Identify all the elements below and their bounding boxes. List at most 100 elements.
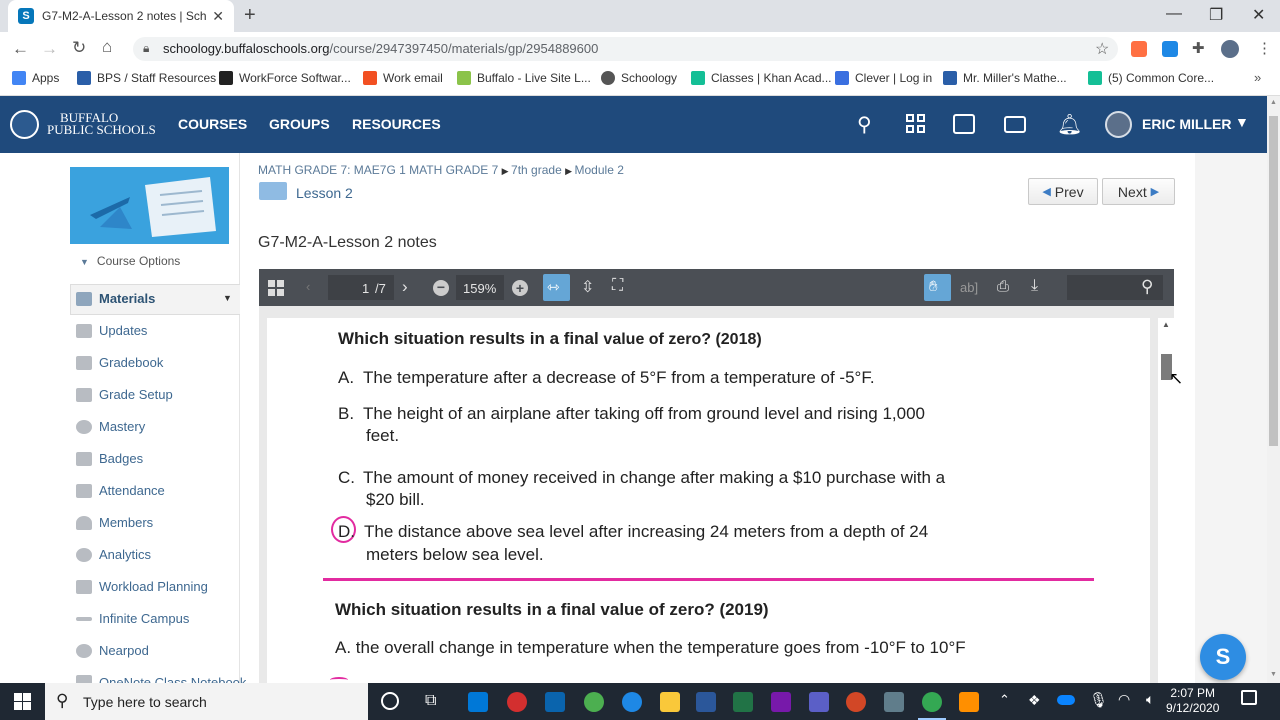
bookmark-live-site[interactable]: Buffalo - Live Site L... <box>457 71 591 85</box>
scroll-up-icon[interactable]: ▲ <box>1162 320 1170 329</box>
word-icon[interactable] <box>696 692 716 712</box>
page-scrollbar[interactable] <box>1267 96 1280 683</box>
bookmark-mr-miller[interactable]: Mr. Miller's Mathe... <box>943 71 1067 85</box>
excel-icon[interactable] <box>733 692 753 712</box>
page-scrollbar-thumb[interactable] <box>1269 116 1278 446</box>
browser-tab[interactable]: S G7-M2-A-Lesson 2 notes | Schoology ✕ <box>8 0 234 32</box>
minimize-icon[interactable]: — <box>1166 5 1182 23</box>
sidebar-item-updates[interactable]: Updates <box>76 323 147 338</box>
bookmark-common-core[interactable]: (5) Common Core... <box>1088 71 1214 85</box>
taskbar-search-placeholder[interactable]: Type here to search <box>83 694 207 710</box>
bookmark-schoology[interactable]: Schoology <box>601 71 677 85</box>
recorder-app-icon[interactable] <box>507 692 527 712</box>
chrome-active-icon[interactable] <box>922 692 942 712</box>
fullscreen-icon[interactable]: ⛶ <box>612 277 623 295</box>
sidebar-item-badges[interactable]: Badges <box>76 451 143 466</box>
materials-dropdown-icon[interactable]: ▼ <box>223 293 232 303</box>
course-options[interactable]: ▼ Course Options <box>80 254 180 268</box>
window-close-icon[interactable]: ✕ <box>1252 5 1265 25</box>
zoom-in-icon[interactable]: + <box>512 280 528 296</box>
tray-overflow-icon[interactable]: ⌃ <box>999 692 1010 708</box>
sidebar-item-members[interactable]: Members <box>76 515 153 530</box>
next-page-icon[interactable]: › <box>402 277 408 297</box>
district-seal-icon[interactable] <box>10 110 39 139</box>
chrome-menu-icon[interactable]: ⋮ <box>1257 39 1272 57</box>
task-view-icon[interactable]: ⧉ <box>425 692 436 710</box>
current-page[interactable]: 1 <box>362 281 369 296</box>
district-logo[interactable]: BUFFALO PUBLIC SCHOOLS <box>47 111 156 136</box>
maximize-icon[interactable]: ❐ <box>1209 5 1223 25</box>
action-center-icon[interactable] <box>1241 690 1257 705</box>
microphone-icon[interactable]: 🎙︎ <box>1089 691 1108 709</box>
thumbnails-icon[interactable] <box>268 280 285 296</box>
sidebar-item-attendance[interactable]: Attendance <box>76 483 165 498</box>
nav-resources[interactable]: RESOURCES <box>352 116 441 132</box>
taskbar-clock[interactable]: 2:07 PM 9/12/2020 <box>1166 686 1219 716</box>
sidebar-item-nearpod[interactable]: Nearpod <box>76 643 149 658</box>
store-icon[interactable] <box>468 692 488 712</box>
home-icon[interactable]: ⌂ <box>102 37 112 57</box>
notifications-icon[interactable]: 🔔︎ <box>1057 112 1082 137</box>
print-icon[interactable]: ⎙ <box>997 278 1009 295</box>
extension-chart-icon[interactable] <box>1162 41 1178 57</box>
breadcrumb-course[interactable]: MATH GRADE 7: MAE7G 1 MATH GRADE 7 <box>258 163 498 177</box>
breadcrumb-grade[interactable]: 7th grade <box>511 163 562 177</box>
bookmarks-overflow-icon[interactable]: » <box>1254 70 1261 85</box>
tab-close-icon[interactable]: ✕ <box>212 8 224 25</box>
sidebar-item-infinite-campus[interactable]: Infinite Campus <box>76 611 189 626</box>
calendar-icon[interactable] <box>953 114 975 134</box>
sidebar-item-gradebook[interactable]: Gradebook <box>76 355 163 370</box>
user-name[interactable]: ERIC MILLER <box>1142 116 1231 132</box>
sidebar-item-materials-label[interactable]: Materials <box>76 291 155 306</box>
nav-courses[interactable]: COURSES <box>178 116 247 132</box>
lock-icon[interactable]: 🔒︎ <box>143 41 149 56</box>
extensions-puzzle-icon[interactable]: ✚ <box>1192 39 1205 57</box>
prev-button[interactable]: ◀ Prev <box>1028 178 1098 205</box>
zoom-out-icon[interactable]: − <box>433 280 449 296</box>
screencast-icon[interactable] <box>959 692 979 712</box>
download-icon[interactable]: ⤓ <box>1031 277 1038 295</box>
page-scroll-up-icon[interactable]: ▲ <box>1270 99 1277 106</box>
teams-icon[interactable] <box>809 692 829 712</box>
edge-icon[interactable] <box>622 692 642 712</box>
mail-app-icon[interactable] <box>545 692 565 712</box>
next-button[interactable]: Next ▶ <box>1102 178 1175 205</box>
sidebar-item-onenote[interactable]: OneNote Class Notebook <box>76 675 246 683</box>
reload-icon[interactable]: ↻ <box>72 38 86 58</box>
camera-app-icon[interactable] <box>884 692 904 712</box>
nav-groups[interactable]: GROUPS <box>269 116 330 132</box>
apps-grid-icon[interactable] <box>906 114 926 134</box>
prev-page-icon[interactable]: ‹ <box>306 279 310 294</box>
windows-start-icon[interactable] <box>14 693 31 710</box>
search-icon[interactable]: ⚲ <box>857 112 872 137</box>
bookmark-work-email[interactable]: Work email <box>363 71 443 85</box>
chevron-down-icon[interactable]: ▼ <box>1235 114 1249 130</box>
dropbox-icon[interactable]: ❖ <box>1028 692 1041 709</box>
new-tab-icon[interactable]: + <box>244 4 256 27</box>
bookmark-star-icon[interactable]: ☆ <box>1095 39 1109 59</box>
bookmark-clever[interactable]: Clever | Log in <box>835 71 932 85</box>
volume-icon[interactable]: 🔈︎ <box>1146 691 1154 708</box>
profile-avatar-icon[interactable] <box>1221 40 1239 58</box>
bookmark-apps[interactable]: Apps <box>12 71 59 85</box>
schoology-assistant-button[interactable]: S <box>1200 634 1246 680</box>
text-select-icon[interactable]: ab] <box>960 280 978 295</box>
mail-icon[interactable] <box>1004 116 1026 133</box>
sidebar-item-mastery[interactable]: Mastery <box>76 419 145 434</box>
onedrive-icon[interactable] <box>1057 695 1075 705</box>
cortana-icon[interactable] <box>381 692 399 710</box>
sidebar-item-workload-planning[interactable]: Workload Planning <box>76 579 208 594</box>
sidebar-item-grade-setup[interactable]: Grade Setup <box>76 387 173 402</box>
onenote-icon[interactable] <box>771 692 791 712</box>
fit-page-icon[interactable]: ⇳ <box>581 277 594 297</box>
powerpoint-icon[interactable] <box>846 692 866 712</box>
forward-icon[interactable]: → <box>41 39 58 59</box>
file-explorer-icon[interactable] <box>660 692 680 712</box>
back-icon[interactable]: ← <box>12 39 29 59</box>
page-scroll-down-icon[interactable]: ▼ <box>1270 671 1277 678</box>
chrome-icon[interactable] <box>584 692 604 712</box>
folder-link[interactable]: Lesson 2 <box>296 185 353 201</box>
bookmark-khan-academy[interactable]: Classes | Khan Acad... <box>691 71 832 85</box>
breadcrumb-module[interactable]: Module 2 <box>575 163 624 177</box>
extension-arrow-icon[interactable] <box>1131 41 1147 57</box>
